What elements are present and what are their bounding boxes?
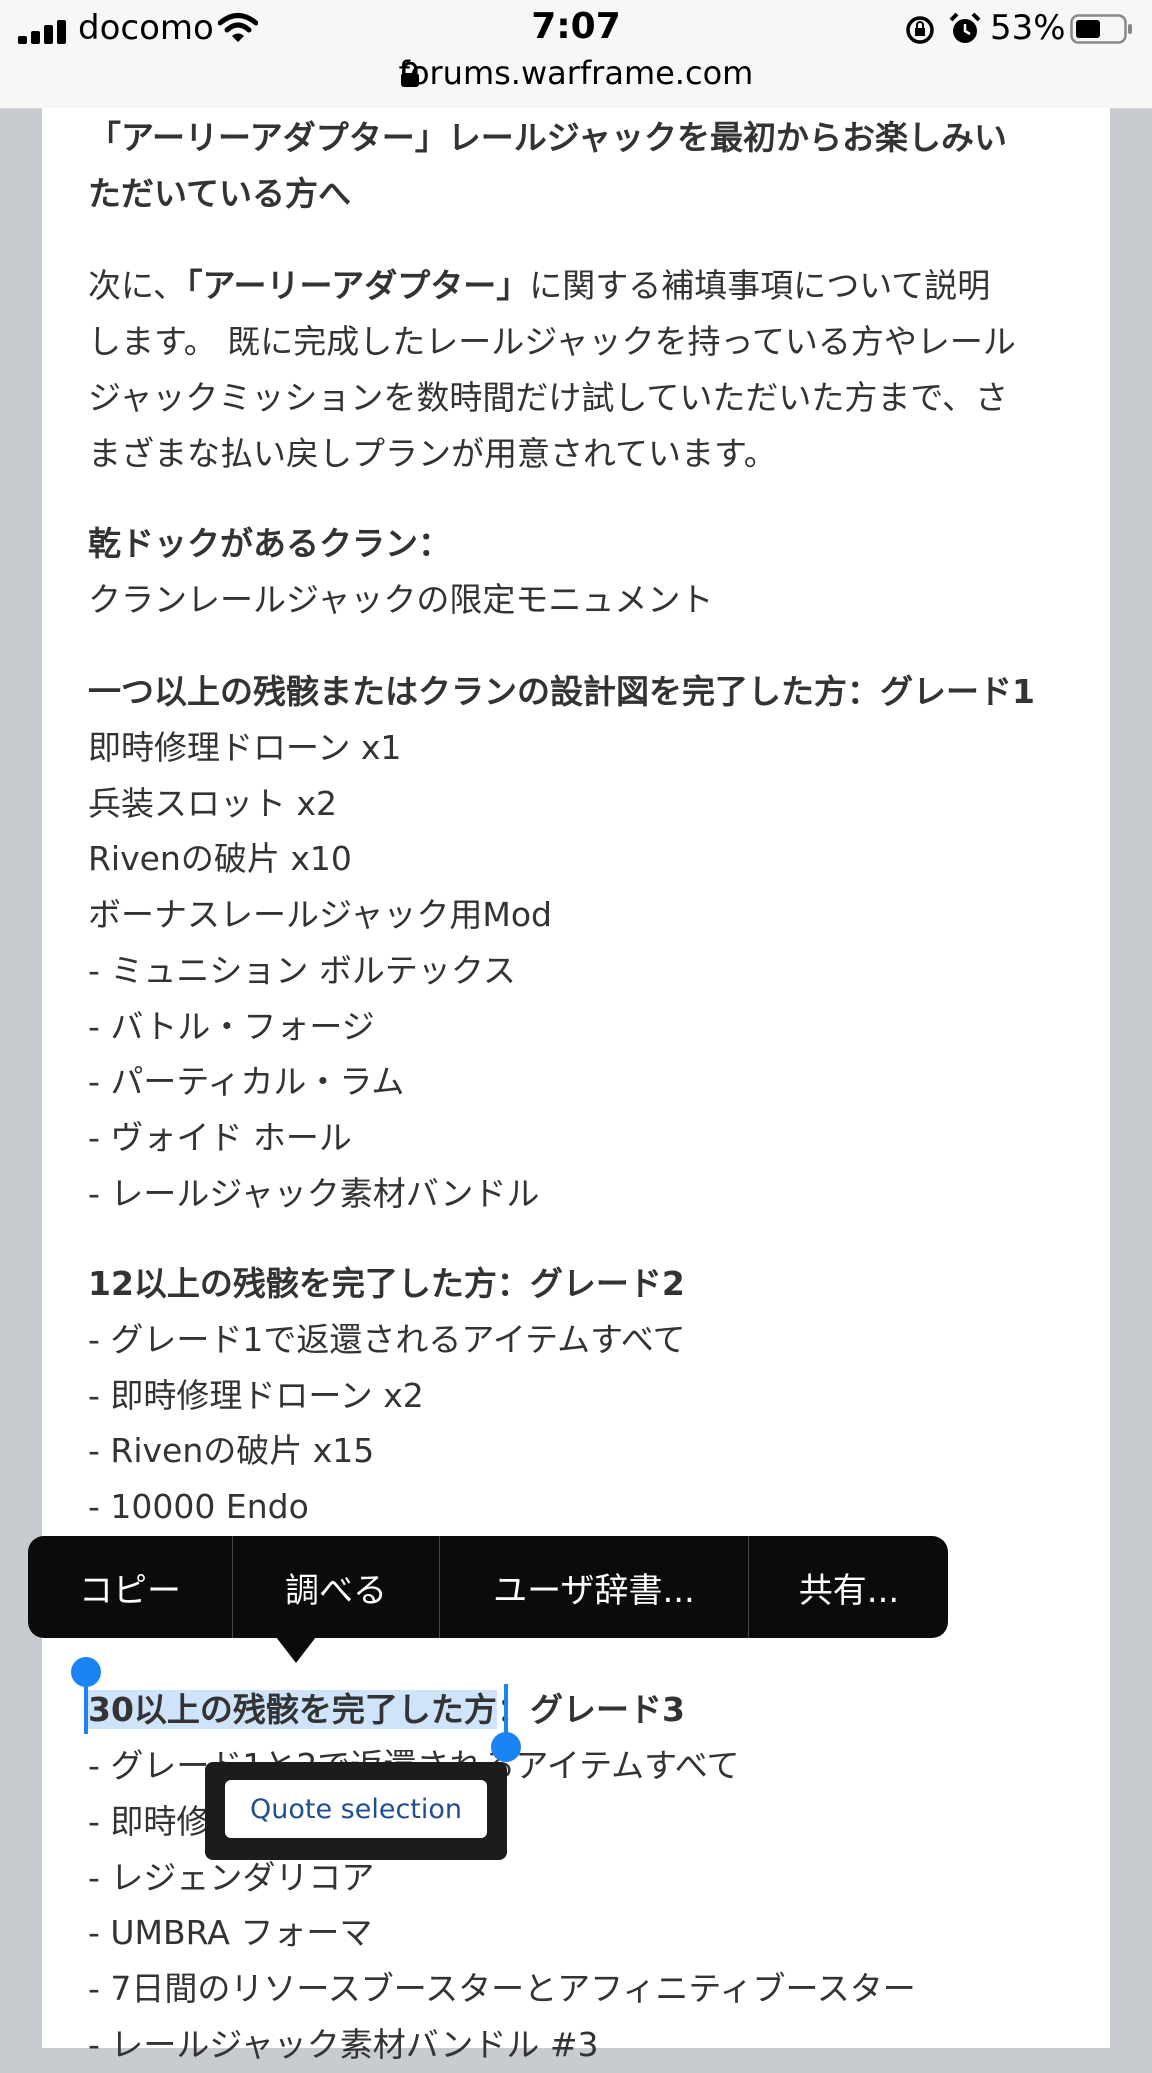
status-bar: docomo 7:07 53% forums.warframe.com (0, 0, 1152, 109)
list-item: 即時修理ドローン x1 (88, 728, 402, 767)
selected-text[interactable]: 30以上の残骸を完了した方 (88, 1690, 497, 1729)
rotation-lock-icon (906, 16, 934, 44)
drydock-title: 乾ドックがあるクラン： (88, 524, 451, 563)
text-selection-menu: コピー 調べる ユーザ辞書... 共有... (28, 1536, 948, 1638)
menu-pointer (276, 1637, 316, 1663)
list-item: - ミュニション ボルテックス (88, 951, 516, 990)
list-item: - UMBRA フォーマ (88, 1913, 373, 1952)
quote-selection-button[interactable]: Quote selection (225, 1780, 487, 1838)
grade1-title: 一つ以上の残骸またはクランの設計図を完了した方：グレード1 (88, 672, 1035, 711)
list-item: - ヴォイド ホール (88, 1118, 352, 1157)
selection-start-handle[interactable] (71, 1657, 101, 1687)
intro-line: ジャックミッションを数時間だけ試していただいた方まで、さ (88, 378, 1009, 417)
list-item: - グレード1で返還されるアイテムすべて (88, 1320, 686, 1359)
look-up-menu-item[interactable]: 調べる (232, 1536, 439, 1638)
list-item: 兵装スロット x2 (88, 784, 338, 823)
share-menu-item[interactable]: 共有... (748, 1536, 949, 1638)
selection-end-handle[interactable] (491, 1732, 521, 1762)
list-item: - パーティカル・ラム (88, 1062, 405, 1101)
address-bar-url[interactable]: forums.warframe.com (0, 54, 1152, 92)
grade2-title: 12以上の残骸を完了した方：グレード2 (88, 1264, 685, 1303)
copy-menu-item[interactable]: コピー (28, 1536, 232, 1638)
list-item: - 即時修 (88, 1802, 210, 1841)
user-dictionary-menu-item[interactable]: ユーザ辞書... (439, 1536, 748, 1638)
list-item: - Rivenの破片 x15 (88, 1431, 375, 1470)
quote-popup: Quote selection (205, 1762, 507, 1860)
intro-line: 次に、「アーリーアダプター」に関する補填事項について説明 (88, 266, 991, 305)
list-item: Rivenの破片 x10 (88, 839, 352, 878)
list-item: - レールジャック素材バンドル (88, 1174, 540, 1213)
battery-percent: 53% (990, 8, 1066, 48)
section-heading-cont: ただいている方へ (88, 174, 352, 213)
list-item: - 即時修理ドローン x2 (88, 1376, 424, 1415)
intro-line: します。 既に完成したレールジャックを持っている方やレール (88, 322, 1016, 361)
list-item: - 7日間のリソースブースターとアフィニティブースター (88, 1969, 916, 2008)
battery-icon (1070, 14, 1132, 44)
intro-line: まざまな払い戻しプランが用意されています。 (88, 434, 777, 473)
grade3-title[interactable]: 30以上の残骸を完了した方：グレード3 (88, 1682, 685, 1738)
list-item: - 10000 Endo (88, 1487, 309, 1526)
list-item: ボーナスレールジャック用Mod (88, 895, 552, 934)
section-heading: 「アーリーアダプター」レールジャックを最初からお楽しみい (88, 118, 1008, 157)
selection-end-caret[interactable] (504, 1684, 508, 1734)
list-item: - レールジャック素材バンドル #3 (88, 2025, 599, 2064)
list-item: - バトル・フォージ (88, 1007, 375, 1046)
list-item: クランレールジャックの限定モニュメント (88, 580, 714, 619)
alarm-icon (949, 12, 981, 43)
selection-start-caret[interactable] (84, 1684, 88, 1734)
